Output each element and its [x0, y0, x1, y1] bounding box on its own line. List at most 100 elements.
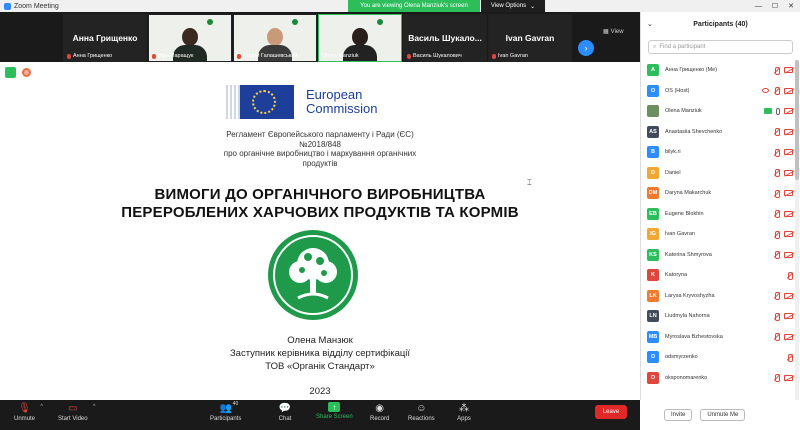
participants-panel: ⌄ Participants (40) ⌕ Find a participant…: [640, 12, 800, 430]
author-block: Олена Манзюк Заступник керівника відділу…: [0, 334, 640, 373]
tile-label: Сергій Галашевський: [243, 53, 298, 59]
participants-button[interactable]: 👥 40 Participants: [210, 401, 242, 422]
video-off-icon: [784, 108, 793, 115]
author-org: ТОВ «Органік Стандарт»: [265, 361, 375, 372]
participant-row[interactable]: EB Eugene Blokhin: [641, 204, 795, 225]
mic-muted-icon: [773, 292, 780, 301]
chat-button[interactable]: 💬 Chat: [278, 402, 292, 423]
video-tile-active[interactable]: Olena Manziuk: [318, 14, 402, 62]
mic-muted-icon: [152, 53, 156, 59]
avatar: K: [647, 269, 659, 282]
participant-row[interactable]: MB Myroslava Bzhestovska: [641, 327, 795, 348]
video-tile[interactable]: Сергій Галашевський: [233, 14, 317, 62]
zoom-logo-icon: [4, 2, 11, 10]
organic-standard-logo-icon: [292, 18, 310, 26]
participant-row[interactable]: D Daniel: [641, 163, 795, 184]
mic-muted-icon: [773, 333, 780, 342]
heading-line: ВИМОГИ ДО ОРГАНІЧНОГО ВИРОБНИЦТВА: [154, 186, 486, 203]
chevron-right-icon: ›: [584, 43, 588, 53]
chevron-down-icon[interactable]: ⌄: [647, 20, 653, 28]
participant-row[interactable]: Ooksponomarenko: [641, 368, 795, 389]
participant-search[interactable]: ⌕ Find a participant: [648, 40, 793, 54]
participant-row[interactable]: Bbilyk.ri: [641, 142, 795, 163]
avatar: DM: [647, 187, 659, 200]
video-off-icon: [784, 149, 793, 156]
viewing-banner: You are viewing Olena Manziuk's screen: [348, 0, 480, 12]
participant-name: Анна Грищенко (Me): [665, 67, 718, 74]
participant-row[interactable]: LK Larysa Kryvoshyzha: [641, 286, 795, 307]
close-button[interactable]: ✕: [788, 2, 794, 10]
heading-line: ПЕРЕРОБЛЕНИХ ХАРЧОВИХ ПРОДУКТІВ ТА КОРМІ…: [121, 204, 519, 221]
organic-tree-logo-icon: [268, 230, 358, 320]
video-tile[interactable]: Ivan Gavran Ivan Gavran: [488, 14, 572, 62]
search-icon: ⌕: [653, 43, 657, 50]
video-off-icon: [784, 313, 793, 320]
participant-row[interactable]: AS Anastasiia Shevchenko: [641, 122, 795, 143]
avatar: LK: [647, 289, 659, 302]
participants-label: Participants: [210, 416, 242, 422]
minimize-button[interactable]: —: [755, 3, 762, 10]
participant-row[interactable]: O OS (Host): [641, 81, 795, 102]
invite-button[interactable]: Invite: [664, 409, 693, 421]
reg-line: Регламент Європейського парламенту і Рад…: [226, 130, 414, 139]
tile-name: Анна Грищенко: [72, 33, 138, 43]
reactions-label: Reactions: [408, 416, 435, 422]
unmute-button[interactable]: 🎙 Unmute ^: [14, 402, 43, 423]
avatar: LN: [647, 310, 659, 323]
participant-row[interactable]: А Анна Грищенко (Me): [641, 60, 795, 81]
participant-row[interactable]: LN Liudmyla Nahorna: [641, 306, 795, 327]
participant-row[interactable]: KS Katerina Shmyrova: [641, 245, 795, 266]
leave-button[interactable]: Leave: [595, 405, 627, 419]
view-options-label: View Options: [490, 3, 527, 9]
mic-muted-icon: [492, 53, 496, 59]
start-video-label: Start Video: [58, 416, 88, 422]
mic-muted-icon: [773, 189, 780, 198]
participant-scrollbar[interactable]: [795, 60, 799, 400]
participant-row[interactable]: Olena Manziuk: [641, 101, 795, 122]
participant-row[interactable]: K Katoryna: [641, 265, 795, 286]
share-screen-button[interactable]: ↑ Share Screen: [316, 402, 353, 420]
participant-row[interactable]: DM Daryna Makarchuk: [641, 183, 795, 204]
reg-line: №2018/848: [299, 139, 341, 149]
video-tile[interactable]: Анна Грищенко Анна Грищенко: [63, 14, 147, 62]
video-off-icon: ▭: [68, 402, 78, 414]
mic-muted-icon: [773, 87, 780, 96]
start-video-button[interactable]: ▭ Start Video ^: [58, 402, 96, 423]
mouse-cursor-icon: ⌶: [527, 178, 532, 187]
view-button[interactable]: ▦ View: [603, 28, 624, 36]
avatar: KS: [647, 248, 659, 261]
organic-standard-logo-icon: [377, 18, 395, 26]
video-off-icon: [784, 128, 793, 135]
video-off-icon: [784, 87, 793, 94]
reg-line: про органічне виробництво і маркування о…: [223, 149, 417, 158]
video-tile[interactable]: Василь Шукало... Василь Шукалович: [403, 14, 487, 62]
caret-up-icon[interactable]: ^: [93, 404, 96, 410]
slide-heading: ВИМОГИ ДО ОРГАНІЧНОГО ВИРОБНИЦТВА ПЕРЕРО…: [0, 186, 640, 222]
security-shield-icon[interactable]: [5, 67, 16, 78]
participant-row[interactable]: IG Ivan Gavran: [641, 224, 795, 245]
next-page-button[interactable]: ›: [578, 40, 594, 56]
avatar: AS: [647, 125, 659, 138]
window-title: Zoom Meeting: [14, 2, 59, 10]
reactions-button[interactable]: ☺ Reactions: [408, 402, 435, 423]
shared-screen: European Commission Регламент Європейськ…: [0, 62, 640, 400]
maximize-button[interactable]: ☐: [772, 2, 778, 10]
mic-muted-icon: [773, 251, 780, 260]
participant-row[interactable]: Oodsmyrzenko: [641, 347, 795, 368]
unmute-label: Unmute: [14, 416, 36, 422]
video-tile[interactable]: Віра Паращук: [148, 14, 232, 62]
unmute-me-button[interactable]: Unmute Me: [700, 409, 746, 421]
mic-muted-icon: [786, 271, 793, 280]
participant-name: Olena Manziuk: [665, 108, 702, 115]
view-options-button[interactable]: View Options ⌄: [481, 0, 545, 12]
participant-list: А Анна Грищенко (Me) O OS (Host) Olena Manzi…: [641, 60, 795, 388]
participant-name: odsmyrzenko: [665, 354, 698, 361]
ec-line1: European: [306, 87, 363, 102]
record-button[interactable]: ◉ Record: [370, 402, 389, 423]
participant-name: Katoryna: [665, 272, 688, 279]
slide-year: 2023: [309, 386, 331, 397]
participant-name: Daryna Makarchuk: [665, 190, 712, 197]
apps-button[interactable]: ⁂ Apps: [457, 402, 471, 423]
caret-up-icon[interactable]: ^: [40, 404, 43, 410]
mic-muted-icon: [237, 53, 241, 59]
